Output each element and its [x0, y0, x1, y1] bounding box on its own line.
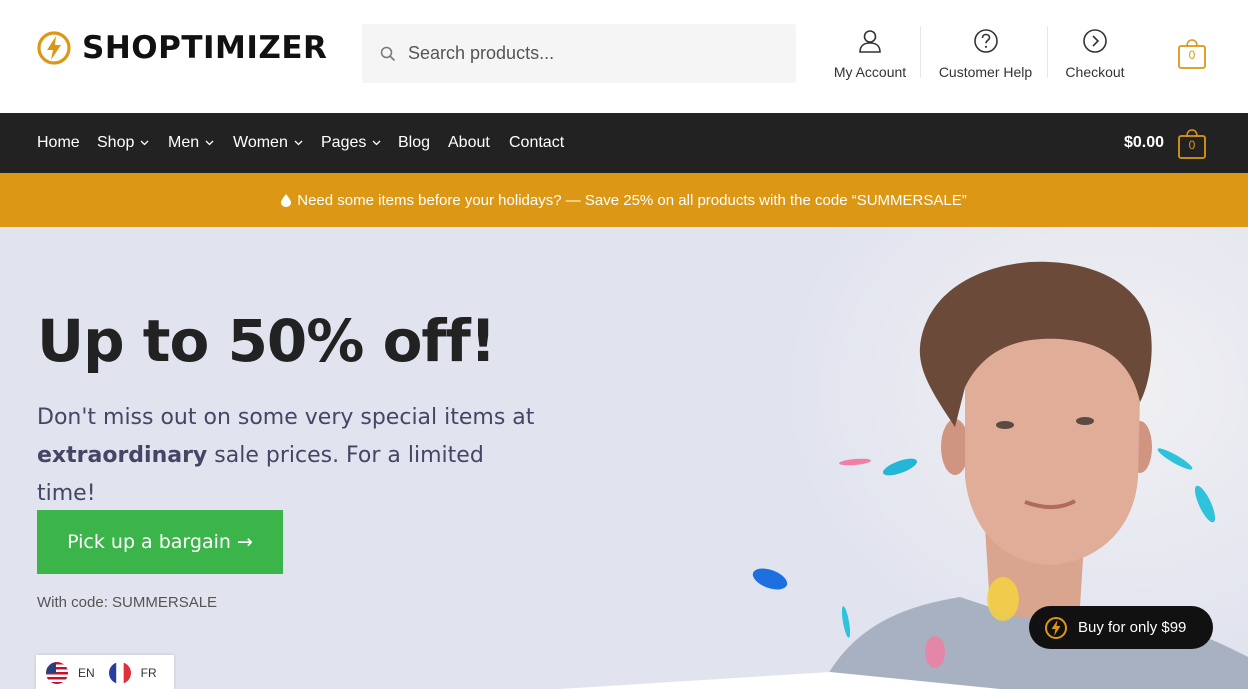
france-flag-icon — [108, 662, 131, 684]
water-drop-icon — [281, 193, 292, 207]
checkout-label: Checkout — [1065, 64, 1125, 80]
nav-item-shop[interactable]: Shop — [97, 113, 149, 173]
header-divider — [920, 26, 921, 78]
promo-banner: Need some items before your holidays? — … — [0, 173, 1248, 227]
nav-cart-count: 0 — [1188, 138, 1196, 152]
lightning-logo-icon — [37, 31, 71, 65]
site-logo[interactable]: SHOPTIMIZER — [36, 30, 327, 66]
header-cart-button[interactable]: 0 — [1177, 38, 1207, 70]
nav-item-contact[interactable]: Contact — [509, 113, 564, 173]
logo-text: SHOPTIMIZER — [82, 30, 328, 66]
buy-now-button[interactable]: Buy for only $99 — [1029, 606, 1213, 649]
nav-label: About — [448, 134, 490, 151]
nav-label: Women — [233, 134, 288, 151]
customer-help-link[interactable]: Customer Help — [938, 28, 1033, 80]
nav-label: Home — [37, 134, 80, 151]
language-option-fr[interactable]: FR — [108, 662, 157, 684]
nav-item-about[interactable]: About — [448, 113, 490, 173]
hero-text-bold: extraordinary — [37, 443, 208, 468]
nav-label: Contact — [509, 134, 565, 151]
chevron-down-icon — [205, 140, 214, 146]
user-icon — [859, 30, 881, 53]
hero-text-lead: Don't miss out on some very special item… — [37, 405, 535, 430]
nav-label: Shop — [97, 134, 135, 151]
chevron-down-icon — [372, 140, 381, 146]
coupon-code-note: With code: SUMMERSALE — [37, 594, 218, 611]
search-bar — [362, 24, 796, 83]
header-divider — [1047, 26, 1048, 78]
nav-cart-total[interactable]: $0.00 — [1124, 113, 1164, 173]
my-account-link[interactable]: My Account — [833, 28, 907, 80]
checkout-link[interactable]: Checkout — [1064, 28, 1126, 80]
header-cart-count: 0 — [1188, 48, 1196, 62]
hero-title: Up to 50% off! — [37, 307, 496, 375]
nav-cart-button[interactable]: 0 — [1177, 128, 1207, 160]
site-header: SHOPTIMIZER My Account Customer Help Che… — [0, 0, 1248, 113]
nav-label: Blog — [398, 134, 431, 151]
main-navigation: Home Shop Men Women Pages Blog About Con… — [0, 113, 1248, 173]
nav-item-men[interactable]: Men — [168, 113, 214, 173]
customer-help-label: Customer Help — [938, 64, 1033, 80]
nav-label: Men — [168, 134, 200, 151]
hero-section: Up to 50% off! Don't miss out on some ve… — [0, 227, 1248, 689]
chevron-down-icon — [140, 140, 149, 146]
help-circle-icon — [973, 29, 998, 53]
search-input[interactable] — [408, 43, 796, 64]
chevron-down-icon — [294, 140, 303, 146]
language-option-en[interactable]: EN — [46, 662, 95, 684]
lightning-icon — [1045, 616, 1067, 639]
promo-text: Need some items before your holidays? — … — [297, 191, 967, 209]
nav-item-pages[interactable]: Pages — [321, 113, 381, 173]
us-flag-icon — [46, 662, 68, 684]
buy-now-label: Buy for only $99 — [1078, 619, 1187, 636]
nav-item-women[interactable]: Women — [233, 113, 303, 173]
nav-item-home[interactable]: Home — [37, 113, 80, 173]
language-switcher: EN FR — [36, 655, 174, 689]
nav-label: Pages — [321, 134, 367, 151]
hero-description: Don't miss out on some very special item… — [37, 399, 537, 513]
arrow-circle-icon — [1083, 29, 1107, 53]
my-account-label: My Account — [833, 64, 907, 80]
language-code: EN — [78, 666, 95, 680]
language-code: FR — [140, 666, 157, 680]
search-icon[interactable] — [380, 46, 396, 62]
nav-item-blog[interactable]: Blog — [398, 113, 430, 173]
pick-up-bargain-button[interactable]: Pick up a bargain → — [37, 510, 283, 574]
